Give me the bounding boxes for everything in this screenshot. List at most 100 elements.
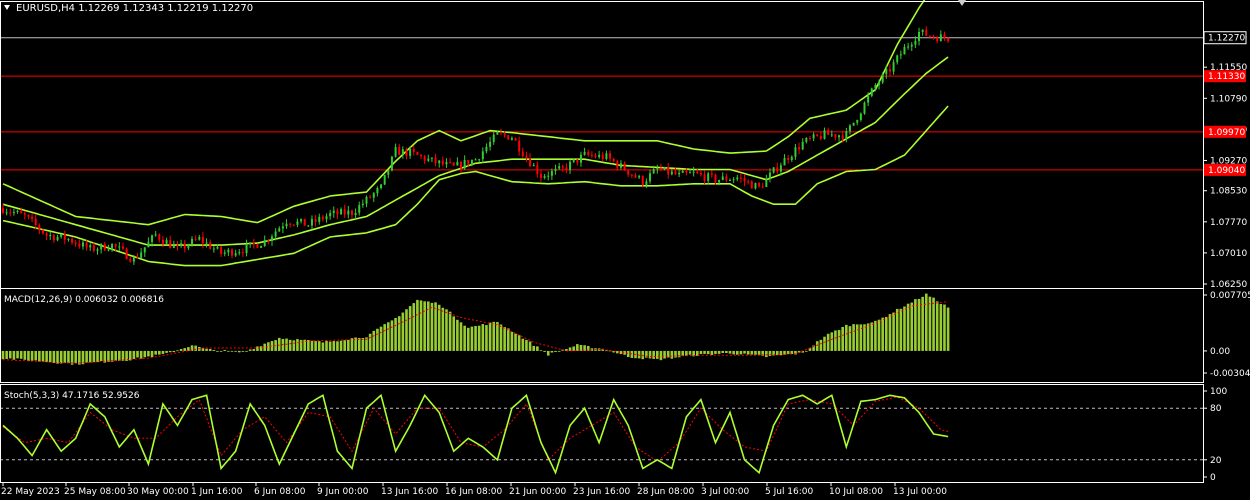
macd-bar [866,323,870,351]
candle-body [856,119,859,123]
candle-body [787,158,790,160]
macd-bar [557,350,561,352]
candle-body [241,252,244,254]
candle-body [630,174,633,176]
macd-bar [437,304,441,351]
macd-bar [183,348,187,351]
macd-bar [132,350,136,360]
macd-bar [394,318,397,351]
macd-bar [336,341,339,351]
candle-body [158,234,161,240]
candle-body [227,249,230,253]
candle-body [114,243,117,247]
candle-body [583,151,586,155]
level-price-label: 1.11330 [1208,72,1245,82]
price-tick-label: 1.07010 [1210,249,1247,259]
macd-bar [99,350,103,362]
macd-bar [343,340,346,351]
candle-body [707,173,710,181]
macd-bar [307,339,310,351]
candle-body [539,173,542,178]
candle-body [667,167,670,175]
macd-bar [165,350,168,353]
candle-body [252,242,255,245]
macd-bar [52,350,56,363]
time-tick-label: 3 Jul 00:00 [701,487,750,497]
macd-bar [332,341,336,351]
candle-body [805,137,808,142]
macd-bar [390,320,394,351]
macd-bar [172,350,176,353]
macd-bar [448,311,452,351]
candle-body [816,134,819,136]
candle-body [92,245,95,251]
macd-bar [27,350,30,361]
current-price-label: 1.12270 [1208,34,1245,44]
candle-body [670,171,673,175]
macd-bar [935,301,939,351]
candle-body [714,174,717,183]
candle-body [532,165,535,167]
candle-body [529,158,532,167]
candle-body [638,176,641,178]
candle-body [191,238,194,246]
macd-bar [230,350,234,352]
candle-body [892,62,895,72]
candle-body [194,238,197,240]
level-price-label: 1.09970 [1208,128,1245,138]
candle-body [878,82,881,86]
candle-body [336,210,339,215]
macd-bar [248,349,252,351]
macd-bar [379,326,383,351]
candle-body [936,37,939,42]
macd-bar [12,350,16,360]
candle-body [5,212,8,214]
candle-body [303,218,306,226]
macd-bar [234,350,237,352]
candle-body [649,173,652,182]
candle-body [78,243,81,247]
candle-body [663,167,666,170]
stoch-tick-label: 100 [1210,387,1227,397]
candle-body [45,233,48,236]
candle-body [481,151,484,160]
macd-bar [321,342,325,351]
candle-body [765,178,768,188]
macd-bar [63,350,67,363]
macd-bar [118,350,121,361]
candle-body [260,245,263,248]
macd-bar [16,350,19,359]
macd-bar [263,343,267,351]
candle-body [703,174,706,181]
candle-body [74,242,77,244]
macd-bar [154,350,157,355]
candle-body [209,242,212,249]
candle-body [172,245,175,248]
macd-bar [681,350,685,356]
macd-bar [408,306,412,351]
candle-body [798,147,801,150]
candle-body [383,174,386,185]
candle-body [49,235,52,237]
candle-body [463,159,466,169]
macd-bar [150,350,154,357]
macd-bar [88,350,92,363]
macd-bar [823,336,826,351]
candle-body [20,210,23,214]
level-price-label: 1.09040 [1208,166,1245,176]
macd-bar [815,341,819,351]
candle-body [645,181,648,186]
macd-bar [74,350,77,364]
candle-body [718,179,721,183]
candle-body [838,135,841,138]
candle-body [485,146,488,152]
macd-bar [685,350,688,356]
candle-body [147,241,150,248]
macd-bar [536,346,539,351]
macd-bar [38,350,41,362]
macd-bar [928,296,932,351]
candle-body [587,151,590,155]
candle-body [474,159,477,161]
macd-bar [299,339,303,351]
candle-body [245,244,248,254]
